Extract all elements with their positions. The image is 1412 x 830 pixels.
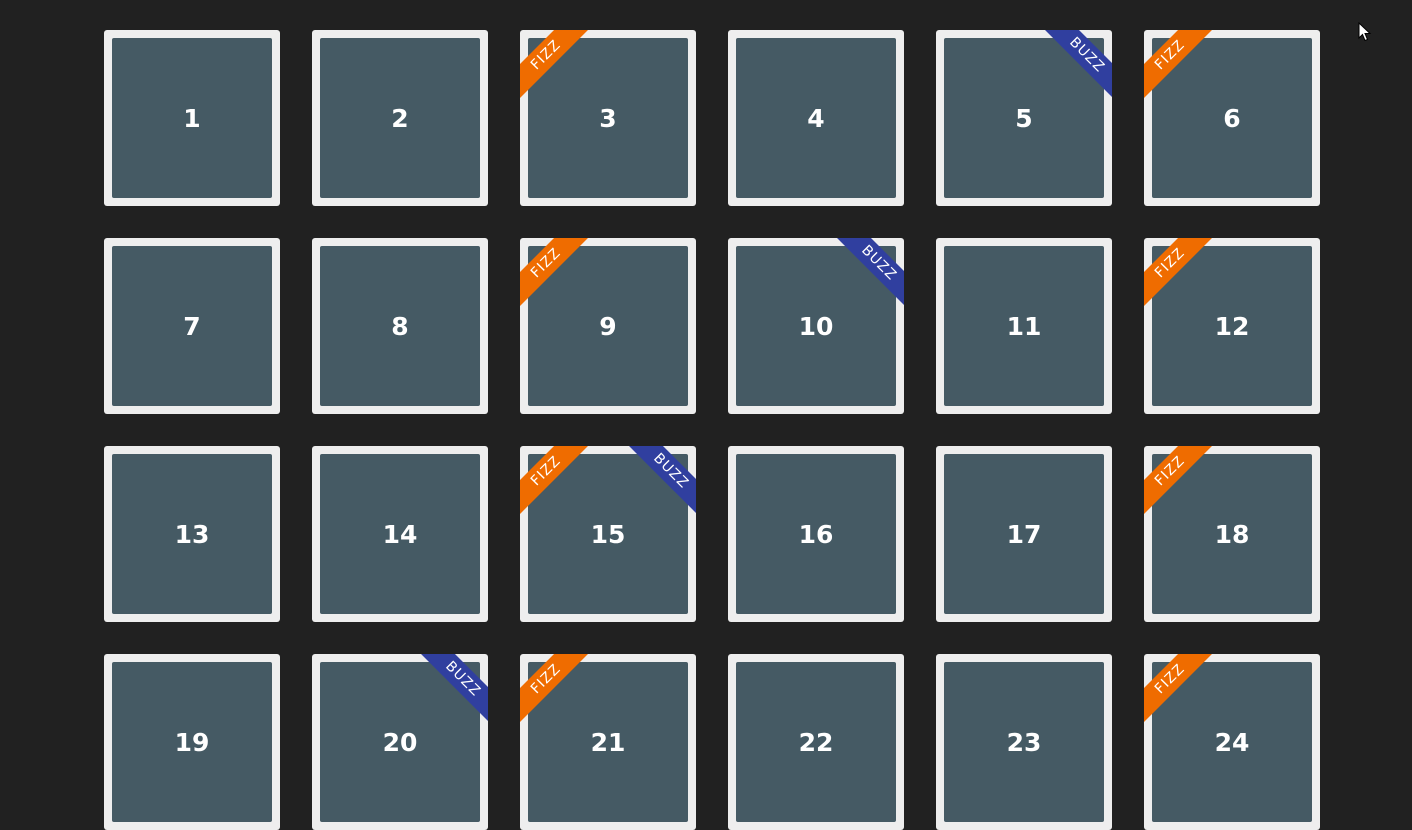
tile-2[interactable]: 2 <box>312 30 488 206</box>
tile-number: 19 <box>174 727 210 757</box>
tile-grid: 1 2 3 FIZZ 4 5 BUZZ 6 FIZZ 7 8 9 FIZZ 10 BUZZ 11 12 FIZZ 1… <box>0 0 1412 830</box>
tile-11[interactable]: 11 <box>936 238 1112 414</box>
tile-8[interactable]: 8 <box>312 238 488 414</box>
tile-22[interactable]: 22 <box>728 654 904 830</box>
tile-6[interactable]: 6 FIZZ <box>1144 30 1320 206</box>
tile-number: 17 <box>1006 519 1042 549</box>
tile-18[interactable]: 18 FIZZ <box>1144 446 1320 622</box>
tile-number: 22 <box>798 727 834 757</box>
tile-4[interactable]: 4 <box>728 30 904 206</box>
tile-3[interactable]: 3 FIZZ <box>520 30 696 206</box>
tile-number: 2 <box>391 103 409 133</box>
tile-number: 1 <box>183 103 201 133</box>
tile-number: 13 <box>174 519 210 549</box>
tile-number: 7 <box>183 311 201 341</box>
tile-number: 23 <box>1006 727 1042 757</box>
tile-23[interactable]: 23 <box>936 654 1112 830</box>
tile-19[interactable]: 19 <box>104 654 280 830</box>
tile-number: 11 <box>1006 311 1042 341</box>
mouse-pointer-icon <box>1358 22 1372 42</box>
tile-12[interactable]: 12 FIZZ <box>1144 238 1320 414</box>
tile-number: 4 <box>807 103 825 133</box>
tile-14[interactable]: 14 <box>312 446 488 622</box>
tile-7[interactable]: 7 <box>104 238 280 414</box>
tile-9[interactable]: 9 FIZZ <box>520 238 696 414</box>
tile-number: 8 <box>391 311 409 341</box>
tile-1[interactable]: 1 <box>104 30 280 206</box>
tile-10[interactable]: 10 BUZZ <box>728 238 904 414</box>
tile-number: 14 <box>382 519 418 549</box>
tile-13[interactable]: 13 <box>104 446 280 622</box>
tile-20[interactable]: 20 BUZZ <box>312 654 488 830</box>
tile-5[interactable]: 5 BUZZ <box>936 30 1112 206</box>
tile-17[interactable]: 17 <box>936 446 1112 622</box>
tile-21[interactable]: 21 FIZZ <box>520 654 696 830</box>
tile-number: 16 <box>798 519 834 549</box>
tile-24[interactable]: 24 FIZZ <box>1144 654 1320 830</box>
tile-15[interactable]: 15 FIZZ BUZZ <box>520 446 696 622</box>
tile-16[interactable]: 16 <box>728 446 904 622</box>
